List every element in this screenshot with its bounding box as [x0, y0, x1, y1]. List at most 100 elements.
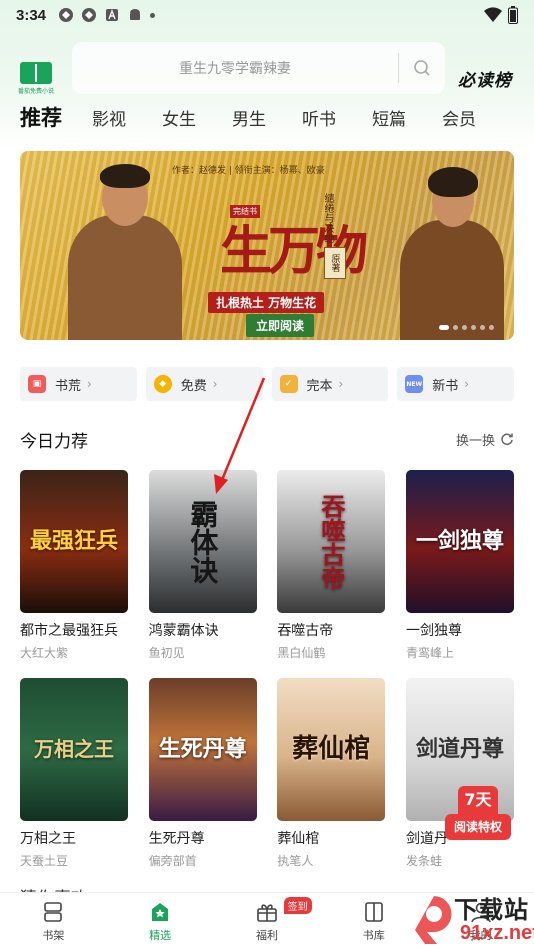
refresh-icon	[501, 433, 513, 446]
category-completed[interactable]: ✓ 完本 ›	[271, 367, 389, 401]
category-new-books[interactable]: NEW 新书 ›	[397, 367, 514, 401]
search-placeholder[interactable]: 重生九零学霸辣妻	[72, 58, 398, 78]
book-cover[interactable]: 最强狂兵	[20, 470, 128, 613]
bookshelf-icon	[44, 902, 63, 922]
book-cover[interactable]: 生死丹尊	[148, 678, 257, 821]
book-card[interactable]: 吞噬古帝 吞噬古帝 黑白仙鹤	[277, 470, 386, 661]
book-cover[interactable]: 吞噬古帝	[277, 470, 386, 613]
reading-privilege-promo[interactable]: 7天 阅读特权	[445, 786, 511, 856]
battery-icon	[508, 6, 518, 24]
tab-vip[interactable]: 会员	[442, 105, 476, 130]
book-author: 偏旁部首	[148, 854, 197, 868]
status-bar: 3:34	[0, 0, 534, 30]
refresh-button[interactable]: 换一换	[456, 430, 514, 449]
book-card[interactable]: 葬仙棺 葬仙棺 执笔人	[277, 678, 386, 869]
book-title[interactable]: 鸿蒙霸体诀	[149, 620, 257, 640]
status-time: 3:34	[16, 6, 47, 24]
tab-featured[interactable]: 精选	[107, 893, 214, 950]
book-title[interactable]: 万相之王	[20, 828, 128, 848]
gift-box-icon	[257, 904, 277, 922]
checkin-badge: 签到	[283, 897, 312, 914]
book-author: 天蚕土豆	[20, 854, 69, 868]
banner-subtitle: 缱绻与决绝	[322, 193, 333, 243]
tab-recommend[interactable]: 推荐	[20, 102, 62, 132]
carousel-dot-active	[439, 325, 449, 330]
tab-label: 福利	[255, 929, 278, 942]
refresh-label: 换一换	[455, 433, 495, 449]
app-logo[interactable]: 番茄免费小说	[18, 62, 55, 95]
must-read-label: 必读榜	[458, 71, 512, 91]
book-card[interactable]: 最强狂兵 都市之最强狂兵 大红大紫	[20, 470, 128, 661]
watermark-logo-icon	[415, 896, 452, 944]
tab-film[interactable]: 影视	[92, 105, 126, 130]
book-logo-icon	[20, 62, 52, 84]
logo-caption: 番茄免费小说	[18, 88, 55, 95]
tab-female[interactable]: 女生	[162, 105, 196, 130]
original-work-seal: 原著	[324, 247, 346, 279]
book-card[interactable]: 霸体诀 鸿蒙霸体诀 鱼初见	[148, 470, 257, 661]
tab-bookshelf[interactable]: 书架	[0, 893, 107, 950]
tab-audiobook[interactable]: 听书	[302, 105, 336, 130]
book-cover[interactable]: 霸体诀	[148, 470, 257, 613]
search-bar[interactable]: 重生九零学霸辣妻	[72, 42, 445, 94]
gift-icon: ▣	[28, 375, 46, 393]
book-author: 青鸾峰上	[405, 646, 454, 660]
notification-app-icon	[82, 8, 97, 22]
book-title[interactable]: 吞噬古帝	[277, 620, 385, 640]
banner-credit: 作者：赵德发 | 领衔主演：杨幂、欧豪	[172, 166, 325, 176]
shield-check-icon: ✓	[279, 375, 298, 393]
category-label: 新书	[432, 378, 459, 394]
section-title: 今日力荐	[20, 431, 88, 452]
book-cover[interactable]: 葬仙棺	[277, 678, 386, 821]
tab-label: 精选	[149, 929, 172, 942]
book-title[interactable]: 都市之最强狂兵	[20, 620, 128, 640]
book-cover[interactable]: 一剑独尊	[405, 470, 514, 613]
tab-short[interactable]: 短篇	[372, 105, 406, 130]
book-grid-row-1: 最强狂兵 都市之最强狂兵 大红大紫 霸体诀 鸿蒙霸体诀 鱼初见 吞噬古帝 吞噬古…	[20, 470, 514, 661]
wifi-icon	[484, 7, 502, 23]
book-card[interactable]: 一剑独尊 一剑独尊 青鸾峰上	[405, 470, 514, 661]
book-author: 鱼初见	[148, 646, 185, 660]
book-cover[interactable]: 万相之王	[20, 678, 128, 821]
cover-title: 一剑独尊	[415, 527, 504, 554]
tab-label: 书库	[362, 929, 385, 942]
tab-label: 书架	[42, 929, 65, 942]
book-title[interactable]: 生死丹尊	[149, 828, 257, 848]
chevron-right-icon: ›	[87, 377, 92, 391]
actor-left-image	[60, 160, 190, 340]
site-watermark: 下载站 91xz.net	[410, 888, 534, 950]
cover-title: 葬仙棺	[292, 733, 371, 764]
promo-banner[interactable]: 作者：赵德发 | 领衔主演：杨幂、欧豪 完结书 生万物 缱绻与决绝 原著 扎根热…	[20, 151, 514, 340]
book-card[interactable]: 万相之王 万相之王 天蚕土豆	[20, 678, 128, 869]
category-shortcuts: ▣ 书荒 › ◆ 免费 › ✓ 完本 › NEW 新书 ›	[20, 367, 514, 401]
category-book-shortage[interactable]: ▣ 书荒 ›	[20, 367, 137, 401]
tab-welfare[interactable]: 福利 签到	[214, 893, 321, 950]
cover-title: 吞噬古帝	[316, 493, 346, 590]
notification-a-icon	[106, 9, 119, 21]
book-title[interactable]: 一剑独尊	[406, 620, 514, 640]
carousel-dot	[480, 325, 485, 330]
carousel-indicator	[439, 325, 494, 330]
carousel-dot	[471, 325, 476, 330]
cover-title: 最强狂兵	[29, 527, 118, 554]
search-icon	[414, 60, 430, 76]
chevron-right-icon: ›	[464, 377, 470, 391]
book-card[interactable]: 生死丹尊 生死丹尊 偏旁部首	[148, 678, 257, 869]
book-title[interactable]: 葬仙棺	[277, 828, 385, 848]
category-label: 书荒	[55, 378, 82, 394]
android-icon	[130, 9, 141, 20]
watermark-title: 下载站	[454, 896, 529, 924]
read-now-button[interactable]: 立即阅读	[246, 314, 315, 337]
must-read-ranking-button[interactable]: 必读榜	[458, 66, 512, 91]
new-book-icon: NEW	[405, 375, 424, 393]
book-author: 黑白仙鹤	[277, 646, 326, 660]
search-button[interactable]	[399, 59, 445, 77]
coin-icon: ◆	[153, 375, 172, 393]
promo-label: 阅读特权	[445, 814, 511, 840]
more-notifications-dot-icon	[150, 12, 156, 18]
cover-title: 万相之王	[34, 737, 114, 761]
notification-app-icon	[59, 8, 74, 22]
tab-male[interactable]: 男生	[232, 105, 266, 130]
category-label: 免费	[180, 378, 207, 394]
category-free[interactable]: ◆ 免费 ›	[145, 367, 263, 401]
